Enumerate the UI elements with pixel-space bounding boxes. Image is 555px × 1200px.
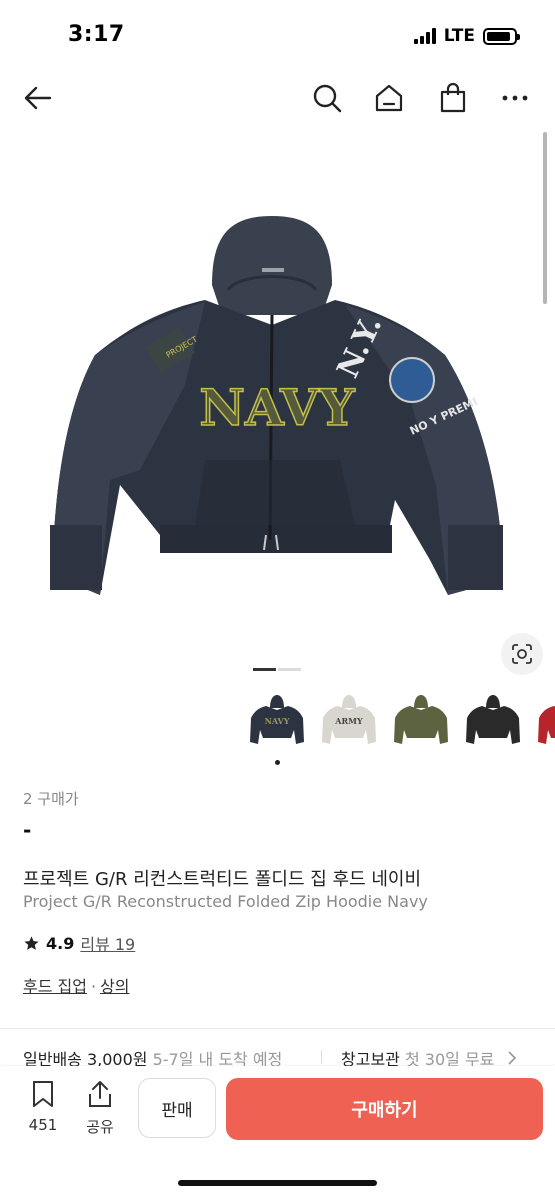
hoodie-print-text: NAVY bbox=[199, 378, 356, 437]
svg-text:NAVY: NAVY bbox=[265, 716, 290, 726]
sell-button[interactable]: 판매 bbox=[138, 1078, 216, 1138]
shipping-divider bbox=[321, 1050, 322, 1064]
back-arrow-icon[interactable] bbox=[20, 80, 56, 116]
rating-row: 4.9 리뷰 19 bbox=[23, 931, 533, 955]
chevron-right-icon bbox=[507, 1051, 516, 1065]
trade-count: 2 구매가 bbox=[23, 790, 79, 808]
thumbnail-black[interactable] bbox=[466, 695, 520, 744]
pager-segment bbox=[278, 668, 301, 671]
top-nav bbox=[0, 72, 555, 124]
status-bar: 3:17 LTE bbox=[0, 0, 555, 72]
status-indicators: LTE bbox=[413, 26, 520, 46]
category-link-tops[interactable]: 상의 bbox=[100, 977, 129, 996]
status-time: 3:17 bbox=[68, 22, 125, 47]
home-indicator bbox=[178, 1180, 377, 1186]
price: - bbox=[23, 818, 32, 842]
share-button[interactable]: 공유 bbox=[75, 1080, 125, 1137]
thumbnail-selected-dot bbox=[275, 760, 280, 765]
thumbnail-army-gray[interactable]: ARMY bbox=[322, 695, 376, 744]
reviews-link[interactable]: 리뷰 19 bbox=[80, 931, 135, 955]
image-pager bbox=[253, 668, 301, 671]
bookmark-icon bbox=[33, 1081, 53, 1107]
share-label: 공유 bbox=[86, 1118, 114, 1136]
category-link-hood-zipup[interactable]: 후드 집업 bbox=[23, 977, 87, 996]
lens-icon bbox=[512, 644, 532, 664]
thumbnail-olive[interactable] bbox=[394, 695, 448, 744]
thumbnail-navy[interactable]: NAVY bbox=[250, 695, 304, 744]
star-icon bbox=[24, 935, 39, 950]
bookmark-button[interactable]: 451 bbox=[18, 1080, 68, 1134]
color-thumbnail-strip: NAVY ARMY bbox=[246, 690, 555, 770]
category-separator: · bbox=[90, 977, 97, 996]
product-title-ko: 프로젝트 G/R 리컨스트럭티드 폴디드 집 후드 네이비 bbox=[23, 869, 422, 890]
category-breadcrumb: 후드 집업 · 상의 bbox=[23, 973, 533, 997]
signal-icon bbox=[413, 28, 436, 44]
search-icon[interactable] bbox=[309, 80, 345, 116]
network-label: LTE bbox=[443, 26, 475, 46]
more-icon[interactable] bbox=[497, 80, 533, 116]
section-divider bbox=[0, 1028, 555, 1029]
bookmark-count: 451 bbox=[28, 1116, 58, 1134]
svg-text:ARMY: ARMY bbox=[334, 716, 363, 726]
rating-score: 4.9 bbox=[46, 933, 75, 953]
product-title-en: Project G/R Reconstructed Folded Zip Hoo… bbox=[23, 892, 428, 911]
share-icon bbox=[89, 1081, 111, 1107]
image-search-button[interactable] bbox=[501, 633, 543, 675]
battery-icon bbox=[483, 27, 520, 45]
shopping-bag-icon[interactable] bbox=[435, 80, 471, 116]
home-icon[interactable] bbox=[371, 80, 407, 116]
thumbnail-red[interactable] bbox=[538, 695, 555, 744]
pager-segment-active bbox=[253, 668, 276, 671]
product-image[interactable]: NAVY PROJECT N.Y. NO Y PREMI bbox=[0, 140, 555, 660]
buy-button[interactable]: 구매하기 bbox=[226, 1078, 543, 1140]
